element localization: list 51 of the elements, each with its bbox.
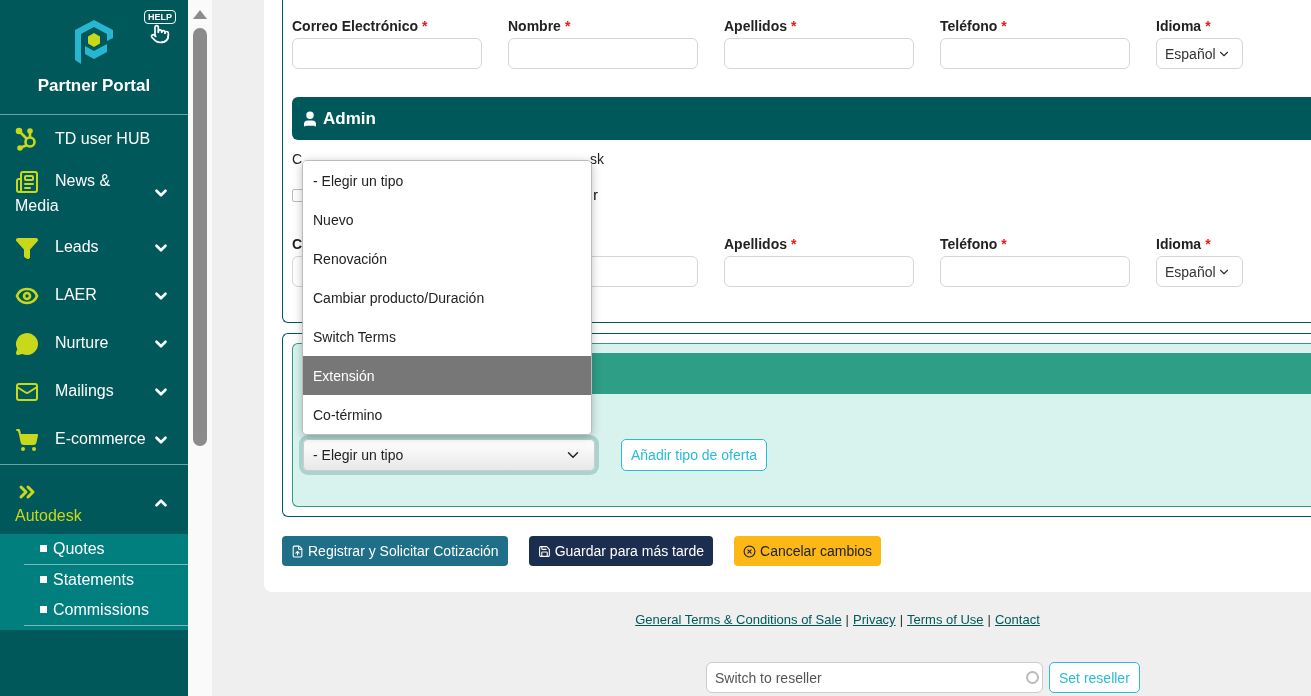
footer-link[interactable]: Terms of Use: [907, 612, 984, 627]
link-separator: |: [899, 612, 903, 627]
field-label: Nombre: [508, 18, 561, 34]
dropdown-option[interactable]: Co-término: [303, 395, 591, 434]
field-label: Idioma: [1156, 18, 1202, 34]
brand-name: Partner Portal: [37, 76, 151, 96]
sidebar-item[interactable]: Leads: [0, 223, 188, 272]
required-mark: *: [422, 18, 428, 34]
required-mark: *: [1205, 236, 1211, 252]
dropdown-option[interactable]: Nuevo: [303, 200, 591, 239]
required-mark: *: [1205, 18, 1211, 34]
action-button[interactable]: Guardar para más tarde: [528, 536, 714, 566]
checkbox-label: r: [593, 187, 598, 203]
dropdown-option[interactable]: Cambiar producto/Duración: [303, 278, 591, 317]
dropdown-option[interactable]: Extensión: [303, 356, 591, 395]
sidebar-item[interactable]: TD user HUB: [0, 115, 188, 163]
sidebar-item[interactable]: News & Media: [0, 163, 188, 224]
action-button[interactable]: Cancelar cambios: [734, 536, 882, 566]
footer-link[interactable]: Privacy: [853, 612, 896, 627]
link-separator: |: [845, 612, 849, 627]
sidebar-item[interactable]: Mailings: [0, 367, 188, 416]
link-separator: |: [987, 612, 991, 627]
required-mark: *: [1001, 18, 1007, 34]
field-label: Idioma: [1156, 236, 1202, 252]
field-label: Apellidos: [724, 18, 787, 34]
dropdown-option[interactable]: Switch Terms: [303, 317, 591, 356]
field-label: C: [292, 236, 303, 252]
footer-link[interactable]: General Terms & Conditions of Sale: [635, 612, 842, 627]
field-label: Teléfono: [940, 236, 998, 252]
submenu-item[interactable]: Statements: [24, 564, 188, 595]
sidebar-item[interactable]: Nurture: [0, 319, 188, 368]
note-text: C: [292, 151, 303, 167]
action-button[interactable]: Registrar y Solicitar Cotización: [282, 536, 508, 566]
field-label: Teléfono: [940, 18, 998, 34]
sidebar-item[interactable]: E-commerce: [0, 415, 188, 464]
language-select[interactable]: Español: [1156, 38, 1243, 69]
reseller-field[interactable]: Switch to reseller: [706, 662, 1043, 693]
field-label: Correo Electrónico: [292, 18, 419, 34]
required-mark: *: [1001, 236, 1007, 252]
language-select[interactable]: Español: [1156, 256, 1243, 287]
note-text: sk: [590, 151, 604, 167]
help-badge[interactable]: HELP: [144, 10, 176, 24]
required-mark: *: [791, 236, 797, 252]
field-label: Apellidos: [724, 236, 787, 252]
dropdown-option[interactable]: - Elegir un tipo: [303, 161, 591, 200]
section-title: Admin: [323, 108, 376, 129]
footer-link[interactable]: Contact: [995, 612, 1040, 627]
required-mark: *: [791, 18, 797, 34]
dropdown-option[interactable]: Renovación: [303, 239, 591, 278]
sidebar-item[interactable]: LAER: [0, 271, 188, 320]
required-mark: *: [564, 18, 571, 34]
